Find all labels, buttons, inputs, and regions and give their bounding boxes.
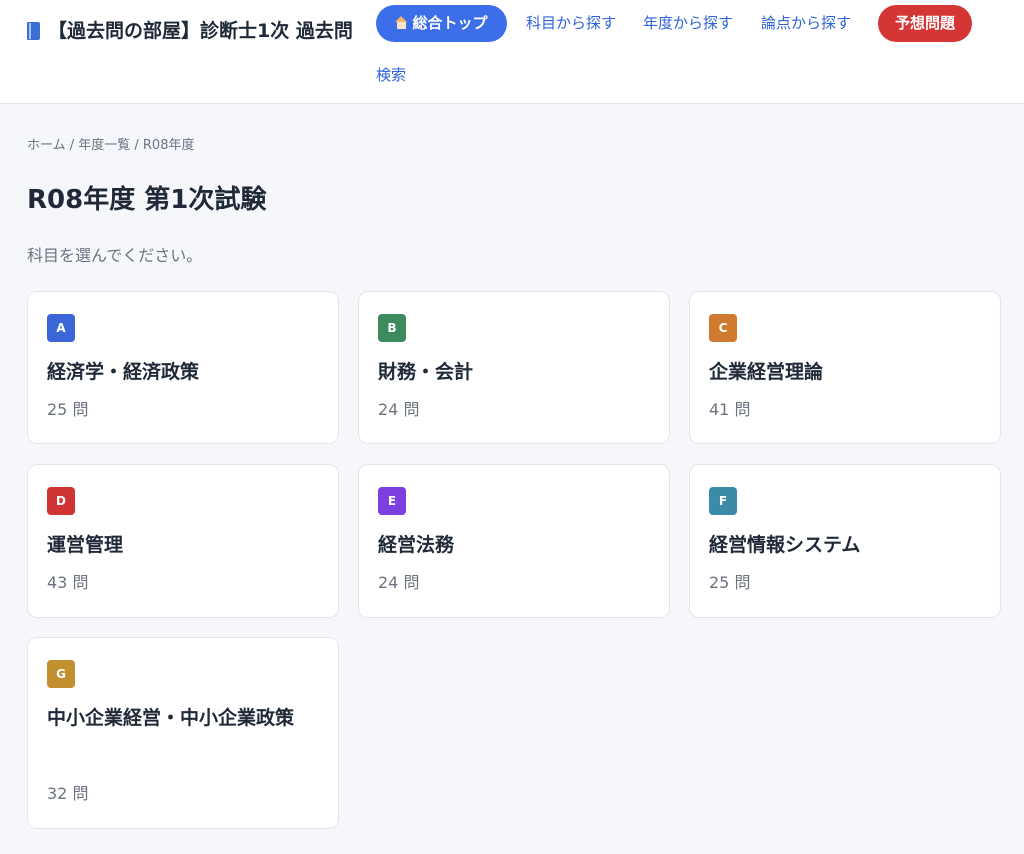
breadcrumb[interactable]: ホーム / 年度一覧 / R08年度 [27,136,194,156]
subject-badge: D [47,487,75,515]
subject-card-b[interactable]: B 財務・会計 24 問 [358,291,670,444]
subject-badge: E [378,487,406,515]
subject-card-f[interactable]: F 経営情報システム 25 問 [689,464,1001,618]
site-title[interactable]: 【過去問の部屋】診断士1次 過去問 [27,14,357,48]
question-count: 43 問 [47,573,89,592]
nav-by-topic-link[interactable]: 論点から探す [761,5,851,41]
subject-name: 経営法務 [378,534,455,556]
house-icon [395,16,408,29]
page-title: R08年度 第1次試験 [27,185,267,215]
question-count: 32 問 [47,784,89,803]
subject-card-d[interactable]: D 運営管理 43 問 [27,464,339,618]
instruction-text: 科目を選んでください。 [27,246,203,265]
subject-name: 企業経営理論 [709,361,824,383]
subject-badge: G [47,660,75,688]
subject-badge: F [709,487,737,515]
question-count: 24 問 [378,400,420,419]
subject-name: 経営情報システム [709,534,861,556]
subject-name: 財務・会計 [378,361,474,383]
subject-badge: A [47,314,75,342]
nav-top-label: 総合トップ [412,14,488,32]
nav-by-subject-link[interactable]: 科目から探す [526,5,616,41]
subject-card-c[interactable]: C 企業経営理論 41 問 [689,291,1001,444]
question-count: 24 問 [378,573,420,592]
question-count: 25 問 [47,400,89,419]
nav-forecast-button[interactable]: 予想問題 [878,5,972,42]
subject-badge: B [378,314,406,342]
subject-name: 中小企業経営・中小企業政策 [47,707,295,729]
nav-by-year-link[interactable]: 年度から探す [643,5,733,41]
subject-card-g[interactable]: G 中小企業経営・中小企業政策 32 問 [27,637,339,829]
site-header: 【過去問の部屋】診断士1次 過去問 総合トップ 科目から探す 年度から探す 論点… [0,0,1024,104]
site-title-text: 【過去問の部屋】診断士1次 過去問 [48,20,353,42]
question-count: 41 問 [709,400,751,419]
subject-name: 経済学・経済政策 [47,361,200,383]
subject-card-a[interactable]: A 経済学・経済政策 25 問 [27,291,339,444]
nav-top-button[interactable]: 総合トップ [376,5,507,42]
subject-card-e[interactable]: E 経営法務 24 問 [358,464,670,618]
question-count: 25 問 [709,573,751,592]
nav-search-link[interactable]: 検索 [376,57,406,93]
subject-name: 運営管理 [47,534,124,556]
book-icon [27,22,40,40]
subject-badge: C [709,314,737,342]
